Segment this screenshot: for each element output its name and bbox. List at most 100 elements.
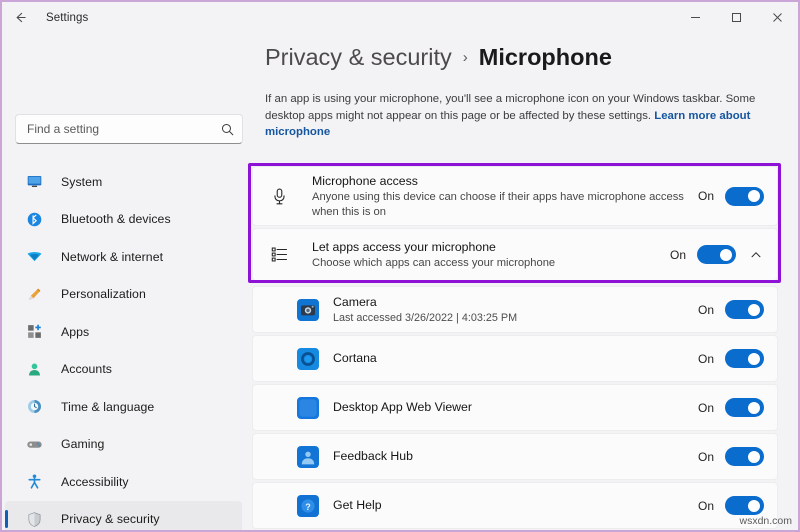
toggle-switch[interactable]	[725, 349, 764, 368]
sidebar: System Bluetooth & devices Network & inter…	[2, 33, 245, 530]
sidebar-item-label: Accounts	[61, 362, 112, 377]
sidebar-item-label: Network & internet	[61, 249, 164, 264]
toggle-state-label: On	[697, 351, 714, 366]
breadcrumb-separator-icon: ›	[462, 49, 468, 66]
toggle-switch[interactable]	[697, 245, 736, 264]
feedback-hub-app-icon	[297, 445, 319, 468]
sidebar-nav-list: System Bluetooth & devices Network & inter…	[2, 163, 245, 530]
bluetooth-icon	[24, 209, 44, 229]
sidebar-item-label: Bluetooth & devices	[61, 212, 171, 227]
app-name: Desktop App Web Viewer	[333, 400, 472, 414]
microphone-icon	[268, 187, 290, 206]
apps-grid-icon	[24, 322, 44, 342]
toggle-state-label: On	[697, 498, 714, 513]
accessibility-person-icon	[24, 472, 44, 492]
watermark: wsxdn.com	[739, 515, 792, 527]
setting-card-microphone-access[interactable]: Microphone access Anyone using this devic…	[252, 166, 778, 226]
toggle-state-label: On	[697, 189, 714, 203]
app-row-controls: On	[698, 496, 764, 515]
setting-card-let-apps-access-your-microphone[interactable]: Let apps access your microphone Choose wh…	[252, 228, 778, 281]
sidebar-item-label: System	[61, 174, 103, 189]
monitor-icon	[24, 172, 44, 192]
sidebar-item-accounts[interactable]: Accounts	[5, 351, 242, 389]
toggle-knob	[748, 499, 760, 512]
sidebar-item-apps[interactable]: Apps	[5, 313, 242, 351]
toggle-knob	[748, 190, 760, 202]
window-controls	[675, 2, 798, 33]
setting-card-subtitle: Anyone using this device can choose if t…	[312, 191, 684, 218]
get-help-app-icon: ?	[297, 494, 319, 517]
sidebar-item-accessibility[interactable]: Accessibility	[5, 463, 242, 501]
search-box[interactable]	[15, 114, 243, 144]
toggle-switch[interactable]	[725, 447, 764, 466]
app-permission-row[interactable]: ? Get Help On	[252, 482, 778, 529]
app-row-controls: On	[698, 398, 764, 417]
breadcrumb: Privacy & security › Microphone	[265, 44, 612, 71]
search-icon[interactable]	[221, 123, 234, 136]
sidebar-item-label: Accessibility	[61, 474, 129, 489]
toggle-switch[interactable]	[725, 186, 764, 206]
cortana-app-icon	[297, 347, 319, 370]
sidebar-item-label: Personalization	[61, 287, 146, 302]
app-row-text: Cortana	[333, 351, 698, 366]
app-permission-row[interactable]: Desktop App Web Viewer On	[252, 384, 778, 431]
title-bar: Settings	[2, 2, 798, 33]
setting-card-controls: On	[670, 245, 764, 264]
page-title: Microphone	[478, 44, 612, 70]
wifi-icon	[24, 247, 44, 267]
setting-card-title: Let apps access your microphone	[312, 239, 496, 254]
toggle-knob	[720, 248, 732, 261]
toggle-switch[interactable]	[725, 300, 764, 319]
breadcrumb-parent-link[interactable]: Privacy & security	[265, 44, 452, 71]
settings-window: Settings System Bluetooth & devices Networ…	[0, 0, 800, 532]
sidebar-item-time-language[interactable]: Time & language	[5, 388, 242, 426]
toggle-state-label: On	[697, 449, 714, 464]
clock-globe-icon	[24, 397, 44, 417]
sidebar-item-gaming[interactable]: Gaming	[5, 426, 242, 464]
camera-app-icon	[297, 298, 319, 321]
sidebar-item-label: Gaming	[61, 437, 105, 452]
sidebar-item-label: Apps	[61, 324, 90, 339]
sidebar-item-bluetooth-devices[interactable]: Bluetooth & devices	[5, 201, 242, 239]
toggle-knob	[748, 352, 760, 365]
app-row-controls: On	[698, 300, 764, 319]
maximize-button[interactable]	[716, 2, 757, 33]
sidebar-item-network-internet[interactable]: Network & internet	[5, 238, 242, 276]
toggle-state-label: On	[669, 247, 686, 262]
app-name: Get Help	[333, 498, 382, 512]
person-icon	[24, 359, 44, 379]
sidebar-item-label: Time & language	[61, 399, 155, 414]
main-content: Privacy & security › Microphone If an ap…	[245, 33, 798, 530]
chevron-up-icon[interactable]	[747, 249, 764, 261]
setting-card-text: Microphone access Anyone using this devic…	[312, 173, 698, 219]
app-row-controls: On	[698, 447, 764, 466]
toggle-switch[interactable]	[725, 496, 764, 515]
sidebar-item-system[interactable]: System	[5, 163, 242, 201]
setting-card-text: Let apps access your microphone Choose wh…	[312, 239, 670, 271]
close-button[interactable]	[757, 2, 798, 33]
app-row-controls: On	[698, 349, 764, 368]
app-permission-row[interactable]: Cortana On	[252, 335, 778, 382]
toggle-state-label: On	[697, 400, 714, 415]
back-arrow-icon[interactable]	[2, 2, 38, 33]
app-name: Feedback Hub	[333, 449, 413, 463]
setting-card-title: Microphone access	[312, 174, 418, 188]
toggle-state-label: On	[697, 302, 714, 317]
sidebar-item-privacy-security[interactable]: Privacy & security	[5, 500, 242, 530]
svg-text:?: ?	[305, 502, 311, 512]
app-permission-row[interactable]: Feedback Hub On	[252, 433, 778, 480]
app-last-accessed: Last accessed 3/26/2022 | 4:03:25 PM	[333, 311, 518, 324]
sidebar-item-personalization[interactable]: Personalization	[5, 276, 242, 314]
app-row-text: Get Help	[333, 498, 698, 513]
shield-icon	[24, 509, 44, 529]
app-permission-list: Camera Last accessed 3/26/2022 | 4:03:25 …	[252, 286, 778, 530]
toggle-switch[interactable]	[725, 398, 764, 417]
app-name: Cortana	[333, 351, 377, 365]
gamepad-icon	[24, 434, 44, 454]
sidebar-item-label: Privacy & security	[61, 512, 160, 527]
search-input[interactable]	[27, 122, 221, 136]
minimize-button[interactable]	[675, 2, 716, 33]
app-permission-row[interactable]: Camera Last accessed 3/26/2022 | 4:03:25 …	[252, 286, 778, 333]
app-row-text: Desktop App Web Viewer	[333, 400, 698, 415]
toggle-knob	[748, 303, 760, 316]
